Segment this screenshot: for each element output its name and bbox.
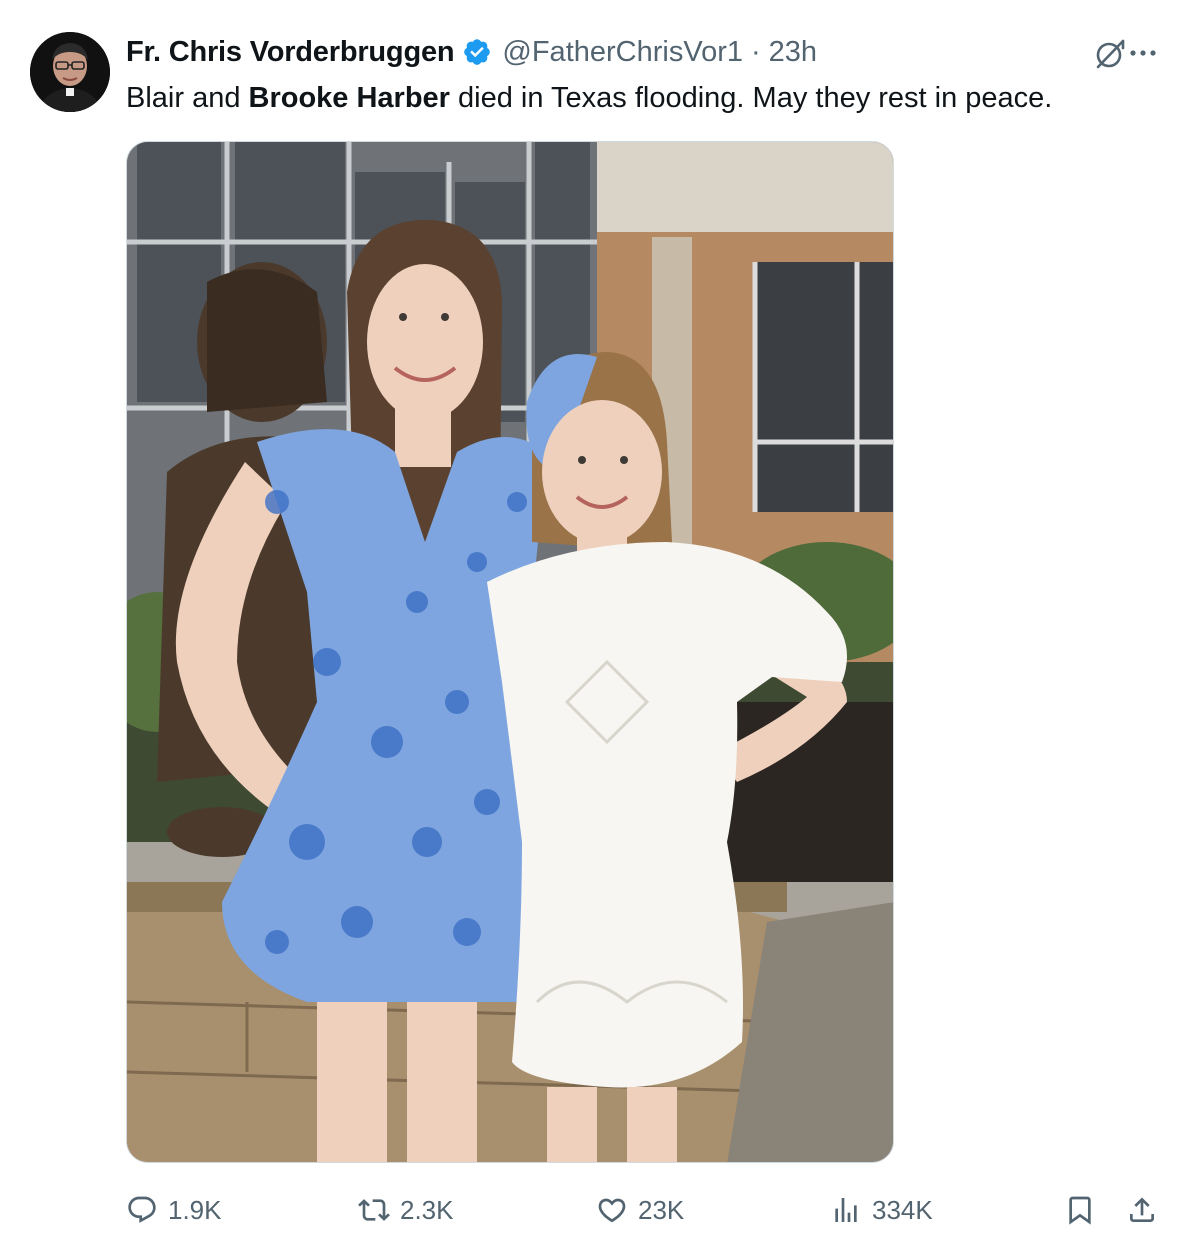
tweet-text-after: died in Texas flooding. May they rest in… (449, 82, 1053, 114)
verified-badge-icon (462, 37, 492, 67)
tweet-photo[interactable] (126, 141, 894, 1163)
like-button[interactable]: 23K (596, 1190, 684, 1230)
tweet-text-bold: Brooke Harber (248, 82, 450, 114)
separator-dot: · (751, 35, 761, 68)
author-name[interactable]: Fr. Chris Vorderbruggen (126, 36, 455, 69)
share-button[interactable] (1126, 1190, 1168, 1230)
tweet-text: Blair and Brooke Harber died in Texas fl… (126, 78, 1052, 118)
timestamp[interactable]: 23h (769, 36, 817, 69)
like-count: 23K (638, 1194, 685, 1225)
reply-count: 1.9K (168, 1194, 222, 1225)
repost-count: 2.3K (400, 1194, 454, 1225)
avatar[interactable] (30, 32, 110, 112)
grok-icon[interactable] (1092, 36, 1128, 72)
repost-button[interactable]: 2.3K (358, 1190, 454, 1230)
views-button[interactable]: 334K (830, 1190, 933, 1230)
more-dots-icon[interactable] (1128, 38, 1158, 68)
tweet-text-before: Blair and (126, 82, 249, 114)
reply-button[interactable]: 1.9K (126, 1190, 222, 1230)
action-bar: 1.9K 2.3K 23K 334K (126, 1190, 1166, 1230)
tweet-header: Fr. Chris Vorderbruggen @FatherChrisVor1… (126, 32, 1154, 72)
bookmark-icon (1069, 1196, 1091, 1225)
tweet[interactable]: Fr. Chris Vorderbruggen @FatherChrisVor1… (0, 0, 1194, 1252)
views-count: 334K (872, 1194, 933, 1225)
repost-icon (358, 1199, 390, 1221)
bookmark-button[interactable] (1064, 1190, 1106, 1230)
reply-icon (128, 1196, 156, 1223)
avatar-image (30, 32, 110, 112)
views-chart-icon (835, 1198, 857, 1222)
photo-illustration (127, 142, 893, 1162)
author-handle[interactable]: @FatherChrisVor1 (502, 36, 743, 69)
heart-icon (598, 1198, 626, 1223)
share-icon (1130, 1197, 1154, 1222)
